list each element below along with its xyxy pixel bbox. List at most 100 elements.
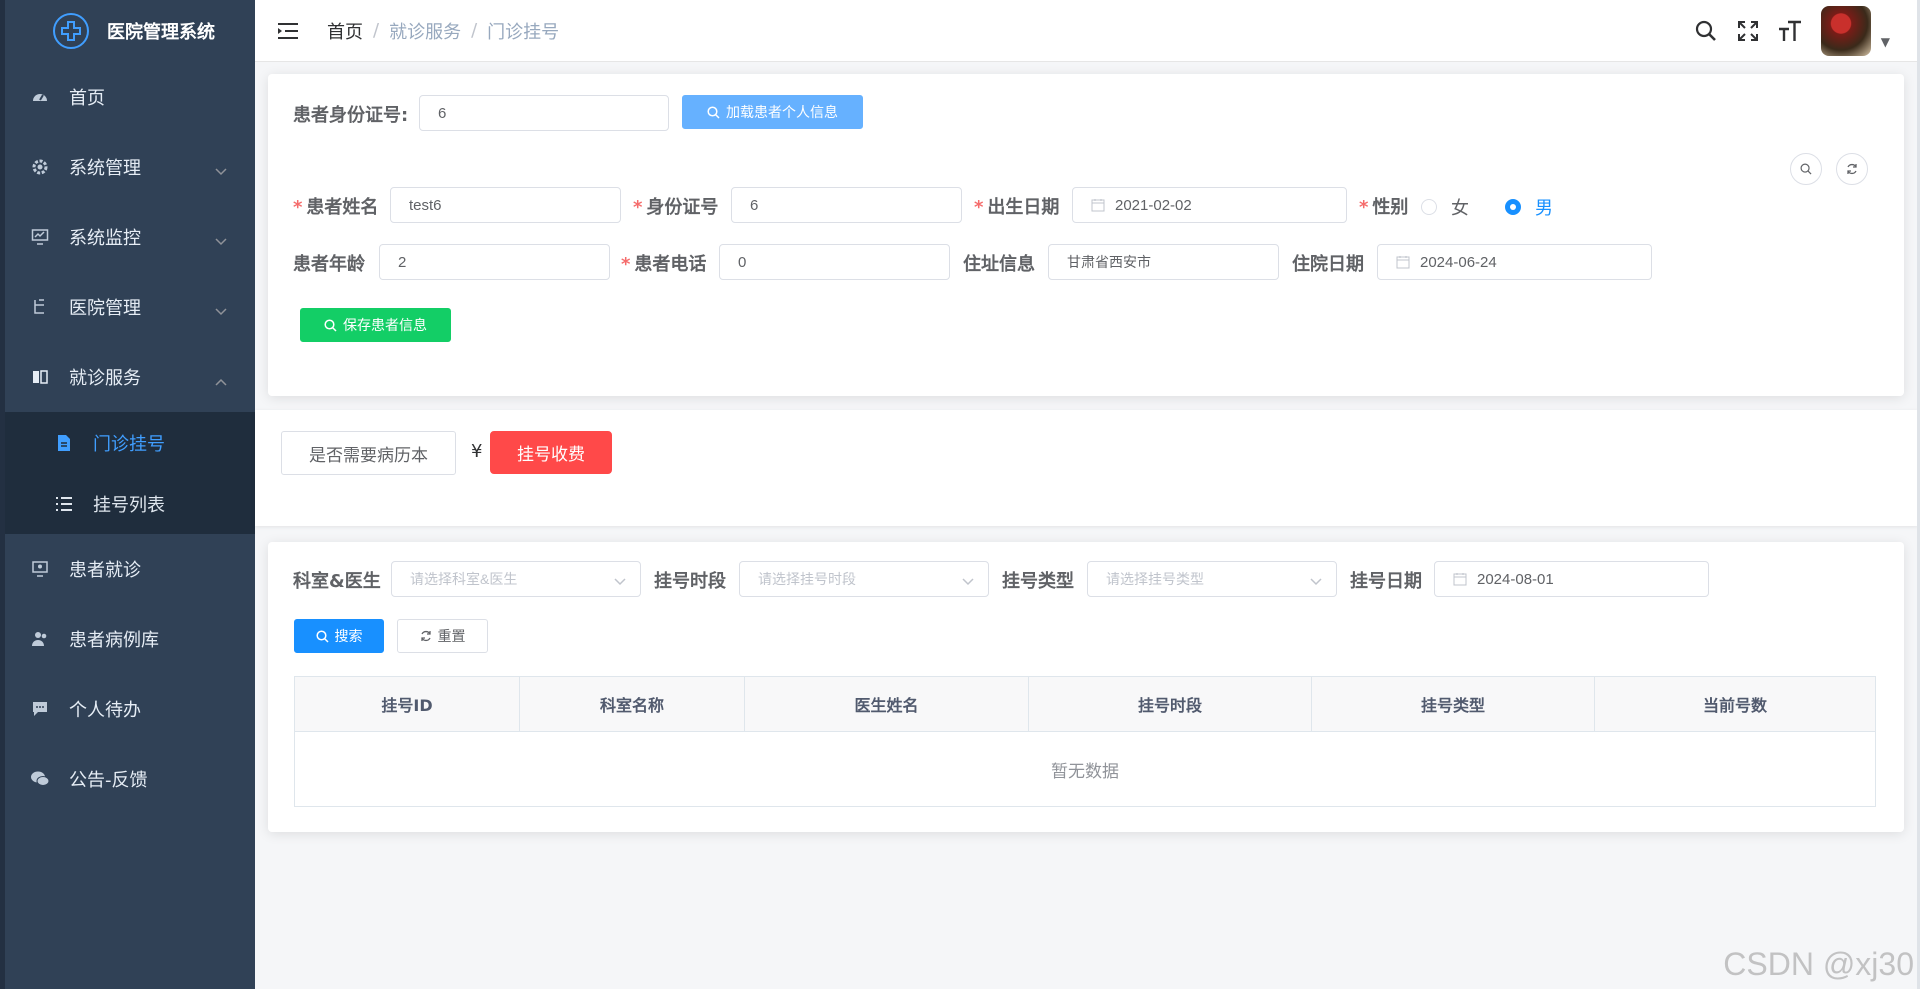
sidebar-item-monitor[interactable]: 系统监控 [5, 202, 255, 272]
registration-table: 挂号ID 科室名称 医生姓名 挂号时段 挂号类型 当前号数 暂无数据 [294, 676, 1876, 807]
sidebar-item-todo[interactable]: 个人待办 [5, 674, 255, 744]
period-select[interactable]: 请选择挂号时段 [739, 561, 989, 597]
sidebar-item-label: 患者就诊 [69, 560, 141, 581]
sidebar-item-outpatient-registration[interactable]: 门诊挂号 [5, 412, 255, 473]
hamburger-icon[interactable] [277, 22, 299, 40]
registration-search-card: 科室&医生 请选择科室&医生 挂号时段 请选择挂号时段 挂号类型 请选择挂号类型… [268, 542, 1904, 832]
sidebar-item-home[interactable]: 首页 [5, 62, 255, 132]
column-header-number: 当前号数 [1702, 696, 1767, 715]
chevron-down-icon [1310, 573, 1322, 589]
gear-icon [29, 156, 51, 178]
sidebar-item-label: 系统监控 [69, 228, 141, 249]
admission-date-value: 2024-06-24 [1420, 253, 1497, 271]
font-size-icon[interactable] [1777, 18, 1803, 44]
radio-circle [1421, 199, 1437, 215]
birth-date-label: * 出生日期 [974, 197, 1060, 218]
caret-down-icon[interactable]: ▼ [1881, 35, 1890, 49]
breadcrumb-home[interactable]: 首页 [327, 18, 363, 44]
services-submenu: 门诊挂号 挂号列表 [5, 412, 255, 534]
name-input[interactable]: test6 [390, 187, 621, 223]
calendar-icon [1396, 255, 1410, 269]
gender-label: * 性别 [1359, 197, 1409, 218]
registration-fee-button[interactable]: 挂号收费 [490, 431, 612, 474]
column-header-doctor: 医生姓名 [745, 677, 1029, 731]
address-input[interactable]: 甘肃省西安市 [1048, 244, 1279, 280]
search-icon [315, 629, 329, 643]
sidebar-item-services[interactable]: 就诊服务 [5, 342, 255, 412]
sidebar-item-hospital[interactable]: 医院管理 [5, 272, 255, 342]
id-lookup-input[interactable]: 6 [419, 95, 669, 131]
reg-date-value: 2024-08-01 [1477, 570, 1554, 588]
breadcrumb-separator: / [373, 20, 380, 41]
sidebar-item-label: 就诊服务 [69, 368, 141, 389]
birth-date-value: 2021-02-02 [1115, 196, 1192, 214]
search-icon[interactable] [1693, 18, 1719, 44]
table-empty-text: 暂无数据 [1051, 761, 1119, 782]
dept-doctor-label: 科室&医生 [293, 571, 381, 592]
age-label: 患者年龄 [293, 254, 365, 275]
sidebar-item-label: 患者病例库 [69, 630, 159, 651]
id-number-input[interactable]: 6 [731, 187, 962, 223]
phone-input[interactable]: 0 [719, 244, 950, 280]
load-patient-label: 加载患者个人信息 [726, 105, 838, 121]
birth-date-picker[interactable]: 2021-02-02 [1072, 187, 1347, 223]
app-title: 医院管理系统 [107, 22, 215, 43]
reset-button[interactable]: 重置 [397, 619, 488, 653]
type-label: 挂号类型 [1002, 571, 1074, 592]
sidebar-item-label: 挂号列表 [93, 494, 165, 516]
refresh-button[interactable] [1836, 153, 1868, 185]
gender-female-radio[interactable]: 女 [1421, 194, 1469, 220]
sidebar-item-label: 个人待办 [69, 700, 141, 721]
sidebar-item-label: 医院管理 [69, 298, 141, 319]
sidebar-item-label: 公告-反馈 [69, 770, 148, 791]
sidebar-item-patient-visit[interactable]: 患者就诊 [5, 534, 255, 604]
search-button-label: 搜索 [334, 629, 363, 645]
fullscreen-icon[interactable] [1735, 18, 1761, 44]
list-icon [53, 493, 75, 515]
dept-doctor-select[interactable]: 请选择科室&医生 [391, 561, 641, 597]
admission-date-label: 住院日期 [1292, 254, 1364, 275]
monitor-user-icon [29, 558, 51, 580]
sidebar-item-label: 系统管理 [69, 158, 141, 179]
chat-icon [29, 698, 51, 720]
admission-date-picker[interactable]: 2024-06-24 [1377, 244, 1652, 280]
breadcrumb-services: 就诊服务 [389, 21, 462, 43]
search-button[interactable]: 搜索 [294, 619, 384, 653]
age-input[interactable]: 2 [379, 244, 610, 280]
sidebar-item-notice-feedback[interactable]: 公告-反馈 [5, 744, 255, 814]
save-patient-button[interactable]: 保存患者信息 [300, 308, 451, 342]
watermark: CSDN @xj30 [1723, 946, 1914, 982]
sidebar-logo[interactable]: 医院管理系统 [5, 0, 255, 62]
chevron-down-icon [962, 573, 974, 589]
chevron-down-icon [215, 230, 227, 251]
medical-record-book-button[interactable]: 是否需要病历本 [281, 431, 456, 475]
reg-date-picker[interactable]: 2024-08-01 [1434, 561, 1709, 597]
breadcrumb-separator: / [471, 20, 478, 41]
breadcrumb-current: 门诊挂号 [487, 21, 560, 43]
sidebar-item-registration-list[interactable]: 挂号列表 [5, 473, 255, 534]
tree-icon [29, 296, 51, 318]
top-navbar: 首页 / 就诊服务 / 门诊挂号 ▼ [255, 0, 1920, 62]
column-header-type: 挂号类型 [1312, 677, 1595, 731]
chevron-down-icon [215, 300, 227, 321]
gender-male-radio[interactable]: 男 [1505, 194, 1553, 220]
search-toggle-button[interactable] [1790, 153, 1822, 185]
load-patient-button[interactable]: 加载患者个人信息 [682, 95, 863, 129]
breadcrumb: 首页 / 就诊服务 / 门诊挂号 [327, 18, 559, 44]
people-icon [29, 628, 51, 650]
table-header: 挂号ID 科室名称 医生姓名 挂号时段 挂号类型 当前号数 [295, 677, 1875, 732]
avatar[interactable] [1820, 6, 1871, 56]
type-select[interactable]: 请选择挂号类型 [1087, 561, 1337, 597]
dashboard-icon [29, 86, 51, 108]
column-header-period: 挂号时段 [1029, 677, 1312, 731]
calendar-icon [1091, 198, 1105, 212]
id-number-label: * 身份证号 [633, 197, 719, 218]
sidebar-item-system[interactable]: 系统管理 [5, 132, 255, 202]
sidebar-item-label: 门诊挂号 [93, 433, 165, 455]
reset-button-label: 重置 [437, 629, 466, 645]
document-icon [53, 432, 75, 454]
sidebar-item-case-library[interactable]: 患者病例库 [5, 604, 255, 674]
phone-label: * 患者电话 [621, 254, 707, 275]
search-icon [707, 105, 720, 119]
name-label: * 患者姓名 [293, 197, 379, 218]
